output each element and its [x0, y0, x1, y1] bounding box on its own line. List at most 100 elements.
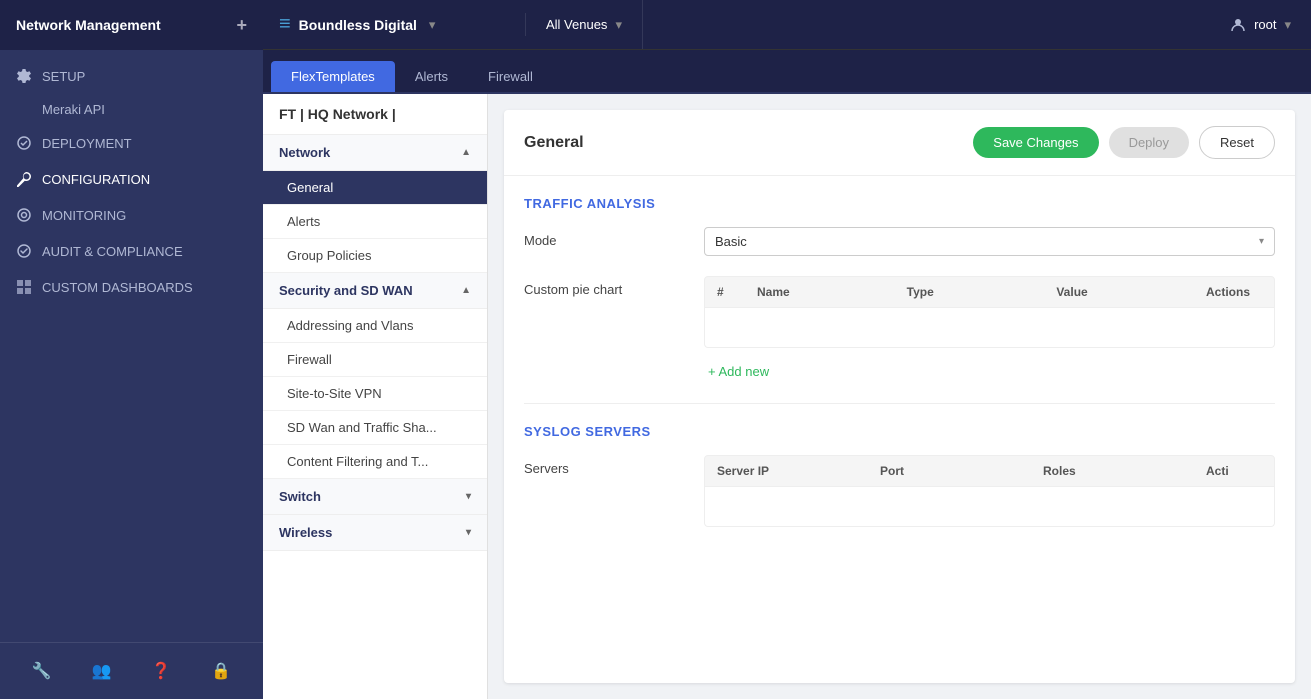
section-item-group-policies[interactable]: Group Policies: [263, 239, 487, 273]
sidebar-footer: 🔧 👥 ❓ 🔒: [0, 642, 263, 699]
users-footer-icon[interactable]: 👥: [86, 655, 118, 687]
user-caret-icon[interactable]: ▾: [1284, 17, 1291, 33]
col-type: Type: [895, 277, 1045, 307]
username: root: [1254, 17, 1276, 32]
sidebar-item-audit-compliance[interactable]: AUDIT & COMPLIANCE: [0, 233, 263, 269]
section-item-site-to-site-vpn[interactable]: Site-to-Site VPN: [263, 377, 487, 411]
traffic-analysis-title: TRAFFIC ANALYSIS: [524, 196, 1275, 211]
section-header-security[interactable]: Security and SD WAN ▲: [263, 273, 487, 309]
section-item-alerts[interactable]: Alerts: [263, 205, 487, 239]
section-header-network[interactable]: Network ▲: [263, 135, 487, 171]
section-divider: [524, 403, 1275, 404]
audit-icon: [16, 243, 32, 259]
gear-icon: [16, 68, 32, 84]
mode-control: Basic ▾: [704, 227, 1275, 256]
col-acti: Acti: [1194, 456, 1274, 486]
mode-select-caret-icon: ▾: [1259, 236, 1264, 247]
sidebar-item-setup-label: SETUP: [42, 69, 85, 84]
sidebar: Network Management + SETUP Meraki API DE…: [0, 0, 263, 699]
section-item-content-filtering[interactable]: Content Filtering and T...: [263, 445, 487, 479]
tab-alerts[interactable]: Alerts: [395, 61, 468, 92]
section-item-addressing-vlans[interactable]: Addressing and Vlans: [263, 309, 487, 343]
user-icon: [1230, 17, 1246, 33]
template-name: FT | HQ Network |: [263, 94, 487, 135]
left-panel: FT | HQ Network | Network ▲ General Aler…: [263, 94, 488, 699]
network-section-caret-icon: ▲: [461, 147, 471, 158]
syslog-servers-title: SYSLOG SERVERS: [524, 424, 1275, 439]
add-new-button[interactable]: + Add new: [704, 360, 773, 383]
sidebar-item-setup[interactable]: SETUP: [0, 58, 263, 94]
servers-label: Servers: [524, 455, 684, 476]
sidebar-item-custom-dashboards[interactable]: CUSTOM DASHBOARDS: [0, 269, 263, 305]
deploy-button[interactable]: Deploy: [1109, 127, 1189, 158]
syslog-table-header: Server IP Port Roles Acti: [704, 455, 1275, 487]
section-wireless-label: Wireless: [279, 525, 332, 540]
content-area: FT | HQ Network | Network ▲ General Aler…: [263, 94, 1311, 699]
sidebar-item-monitoring-label: MONITORING: [42, 208, 126, 223]
topbar-brand: ≡ Boundless Digital ▾: [263, 13, 526, 36]
col-value: Value: [1044, 277, 1194, 307]
sidebar-item-deployment[interactable]: DEPLOYMENT: [0, 125, 263, 161]
sidebar-item-configuration-label: CONFIGURATION: [42, 172, 150, 187]
section-network-label: Network: [279, 145, 330, 160]
switch-section-caret-icon: ▾: [466, 491, 471, 502]
syslog-table-body: [704, 487, 1275, 527]
section-item-firewall[interactable]: Firewall: [263, 343, 487, 377]
custom-pie-chart-row: Custom pie chart # Name Type: [524, 276, 1275, 383]
section-header-switch[interactable]: Switch ▾: [263, 479, 487, 515]
sidebar-item-monitoring[interactable]: MONITORING: [0, 197, 263, 233]
sidebar-nav: SETUP Meraki API DEPLOYMENT CONFIGURATIO…: [0, 50, 263, 642]
mode-row: Mode Basic ▾: [524, 227, 1275, 256]
topbar-venue[interactable]: All Venues ▾: [526, 0, 643, 49]
sidebar-add-button[interactable]: +: [236, 15, 247, 36]
servers-control: Server IP Port Roles Acti: [704, 455, 1275, 527]
pie-chart-table-body: [704, 308, 1275, 348]
topbar-user: root ▾: [1210, 17, 1311, 33]
section-header-wireless[interactable]: Wireless ▾: [263, 515, 487, 551]
lock-footer-icon[interactable]: 🔒: [205, 655, 237, 687]
pie-chart-table-header: # Name Type Value: [704, 276, 1275, 308]
sidebar-item-configuration[interactable]: CONFIGURATION: [0, 161, 263, 197]
mode-select[interactable]: Basic ▾: [704, 227, 1275, 256]
panel-title: General: [524, 134, 584, 152]
col-server-ip: Server IP: [705, 456, 868, 486]
tab-flextemplates[interactable]: FlexTemplates: [271, 61, 395, 92]
custom-pie-chart-label: Custom pie chart: [524, 276, 684, 297]
section-security-label: Security and SD WAN: [279, 283, 413, 298]
help-footer-icon[interactable]: ❓: [145, 655, 177, 687]
sidebar-title: Network Management: [16, 17, 161, 33]
dashboard-icon: [16, 279, 32, 295]
sidebar-item-audit-compliance-label: AUDIT & COMPLIANCE: [42, 244, 183, 259]
brand-name: Boundless Digital: [299, 17, 417, 33]
tabbar: FlexTemplates Alerts Firewall: [263, 50, 1311, 94]
section-item-sd-wan-traffic[interactable]: SD Wan and Traffic Sha...: [263, 411, 487, 445]
col-actions: Actions: [1194, 277, 1274, 307]
col-hash: #: [705, 277, 745, 307]
section-switch-label: Switch: [279, 489, 321, 504]
venue-name: All Venues: [546, 17, 607, 32]
panel-header: General Save Changes Deploy Reset: [504, 110, 1295, 176]
monitoring-icon: [16, 207, 32, 223]
custom-pie-chart-control: # Name Type Value: [704, 276, 1275, 383]
sidebar-item-custom-dashboards-label: CUSTOM DASHBOARDS: [42, 280, 193, 295]
deployment-icon: [16, 135, 32, 151]
col-name: Name: [745, 277, 895, 307]
col-roles: Roles: [1031, 456, 1194, 486]
section-item-general[interactable]: General: [263, 171, 487, 205]
sidebar-item-meraki-api[interactable]: Meraki API: [0, 94, 263, 125]
servers-row: Servers Server IP Port Roles: [524, 455, 1275, 527]
reset-button[interactable]: Reset: [1199, 126, 1275, 159]
settings-footer-icon[interactable]: 🔧: [26, 655, 58, 687]
mode-label: Mode: [524, 227, 684, 248]
save-changes-button[interactable]: Save Changes: [973, 127, 1098, 158]
wrench-icon: [16, 171, 32, 187]
sidebar-header: Network Management +: [0, 0, 263, 50]
brand-logo-icon: ≡: [279, 13, 291, 36]
tab-firewall[interactable]: Firewall: [468, 61, 553, 92]
mode-selected-value: Basic: [715, 234, 747, 249]
wireless-section-caret-icon: ▾: [466, 527, 471, 538]
sidebar-item-deployment-label: DEPLOYMENT: [42, 136, 132, 151]
col-port: Port: [868, 456, 1031, 486]
brand-caret-icon[interactable]: ▾: [429, 17, 436, 33]
security-section-caret-icon: ▲: [461, 285, 471, 296]
